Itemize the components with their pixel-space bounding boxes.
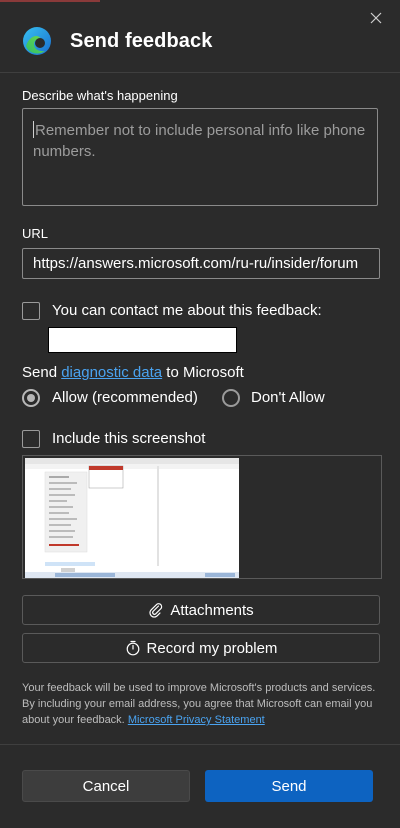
screenshot-thumbnail-art	[25, 458, 239, 578]
diagnostic-data-link[interactable]: diagnostic data	[61, 364, 162, 381]
stopwatch-icon	[126, 640, 139, 656]
url-label: URL	[22, 226, 49, 241]
allow-radio[interactable]	[22, 389, 40, 407]
contact-label: You can contact me about this feedback:	[52, 302, 322, 319]
privacy-disclaimer: Your feedback will be used to improve Mi…	[22, 680, 382, 728]
allow-label: Allow (recommended)	[52, 389, 198, 406]
url-field[interactable]: https://answers.microsoft.com/ru-ru/insi…	[22, 248, 380, 279]
screenshot-checkbox[interactable]	[22, 430, 40, 448]
paperclip-icon	[149, 603, 163, 618]
privacy-statement-link[interactable]: Microsoft Privacy Statement	[128, 714, 265, 726]
close-button[interactable]	[364, 8, 388, 28]
diagnostic-suffix: to Microsoft	[162, 364, 244, 381]
footer-divider	[0, 744, 400, 745]
record-problem-button[interactable]: Record my problem	[22, 633, 380, 663]
dialog-header: Send feedback	[22, 24, 212, 58]
describe-textarea[interactable]: Remember not to include personal info li…	[22, 108, 378, 206]
send-button[interactable]: Send	[205, 770, 373, 802]
text-caret	[33, 121, 34, 138]
attachments-label: Attachments	[170, 601, 254, 619]
screenshot-thumbnail	[25, 458, 239, 578]
dont-allow-label: Don't Allow	[251, 389, 325, 406]
screenshot-preview	[22, 455, 382, 579]
window-top-accent	[0, 0, 100, 2]
cancel-button[interactable]: Cancel	[22, 770, 190, 802]
diagnostic-text: Send diagnostic data to Microsoft	[22, 364, 244, 381]
close-icon	[370, 12, 382, 24]
describe-placeholder: Remember not to include personal info li…	[33, 122, 366, 160]
contact-checkbox[interactable]	[22, 302, 40, 320]
edge-logo-icon	[23, 27, 51, 55]
screenshot-label: Include this screenshot	[52, 430, 206, 447]
header-divider	[0, 72, 400, 73]
dont-allow-radio[interactable]	[222, 389, 240, 407]
diagnostic-prefix: Send	[22, 364, 62, 381]
record-problem-label: Record my problem	[146, 639, 278, 657]
email-field[interactable]	[48, 327, 237, 353]
attachments-button[interactable]: Attachments	[22, 595, 380, 625]
describe-label: Describe what's happening	[22, 88, 178, 103]
dialog-title: Send feedback	[70, 29, 213, 52]
